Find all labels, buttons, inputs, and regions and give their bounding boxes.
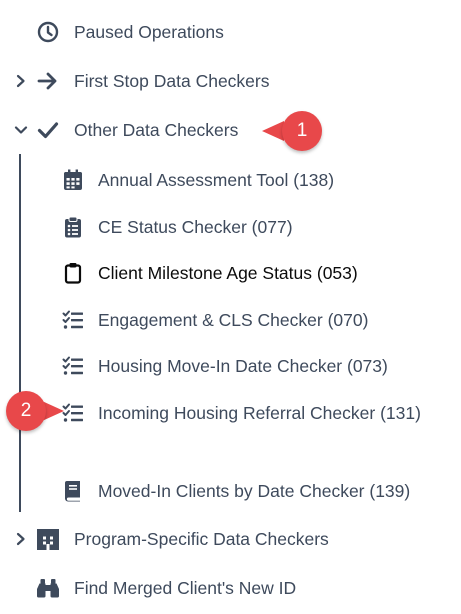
chevron-right-icon[interactable] bbox=[14, 74, 28, 88]
nav-item-label: Other Data Checkers bbox=[74, 120, 239, 140]
tree-guide-line bbox=[19, 154, 21, 512]
checkmark-icon bbox=[36, 118, 60, 142]
nav-item-label: Moved-In Clients by Date Checker (139) bbox=[98, 481, 411, 501]
clock-icon bbox=[36, 20, 60, 44]
calendar-icon bbox=[61, 168, 85, 192]
callout-number: 1 bbox=[282, 111, 322, 151]
nav-item-label: Paused Operations bbox=[74, 22, 224, 42]
chevron-right-icon[interactable] bbox=[14, 532, 28, 546]
arrow-right-icon bbox=[36, 69, 60, 93]
building-icon bbox=[36, 527, 60, 551]
nav-item-label: Find Merged Client's New ID bbox=[74, 578, 297, 598]
callout-number: 2 bbox=[6, 391, 46, 431]
nav-item-label: Annual Assessment Tool (138) bbox=[98, 170, 335, 190]
chevron-down-icon[interactable] bbox=[14, 123, 28, 137]
clipboard-list-icon bbox=[61, 215, 85, 239]
tasks-icon bbox=[61, 354, 85, 378]
book-icon bbox=[61, 479, 85, 503]
nav-item-label: CE Status Checker (077) bbox=[98, 217, 293, 237]
callout-pointer bbox=[262, 121, 284, 141]
tasks-icon bbox=[61, 308, 85, 332]
nav-item-label: Client Milestone Age Status (053) bbox=[98, 263, 358, 283]
nav-item-label: Housing Move-In Date Checker (073) bbox=[98, 356, 388, 376]
callout-marker-1: 1 bbox=[262, 111, 324, 151]
binoculars-icon bbox=[36, 576, 60, 600]
nav-item-label: Program-Specific Data Checkers bbox=[74, 529, 329, 549]
nav-item-label: Incoming Housing Referral Checker (131) bbox=[98, 403, 421, 423]
clipboard-icon bbox=[61, 261, 85, 285]
nav-item-label: First Stop Data Checkers bbox=[74, 71, 270, 91]
callout-marker-2: 2 bbox=[6, 391, 68, 431]
nav-item-label: Engagement & CLS Checker (070) bbox=[98, 310, 369, 330]
